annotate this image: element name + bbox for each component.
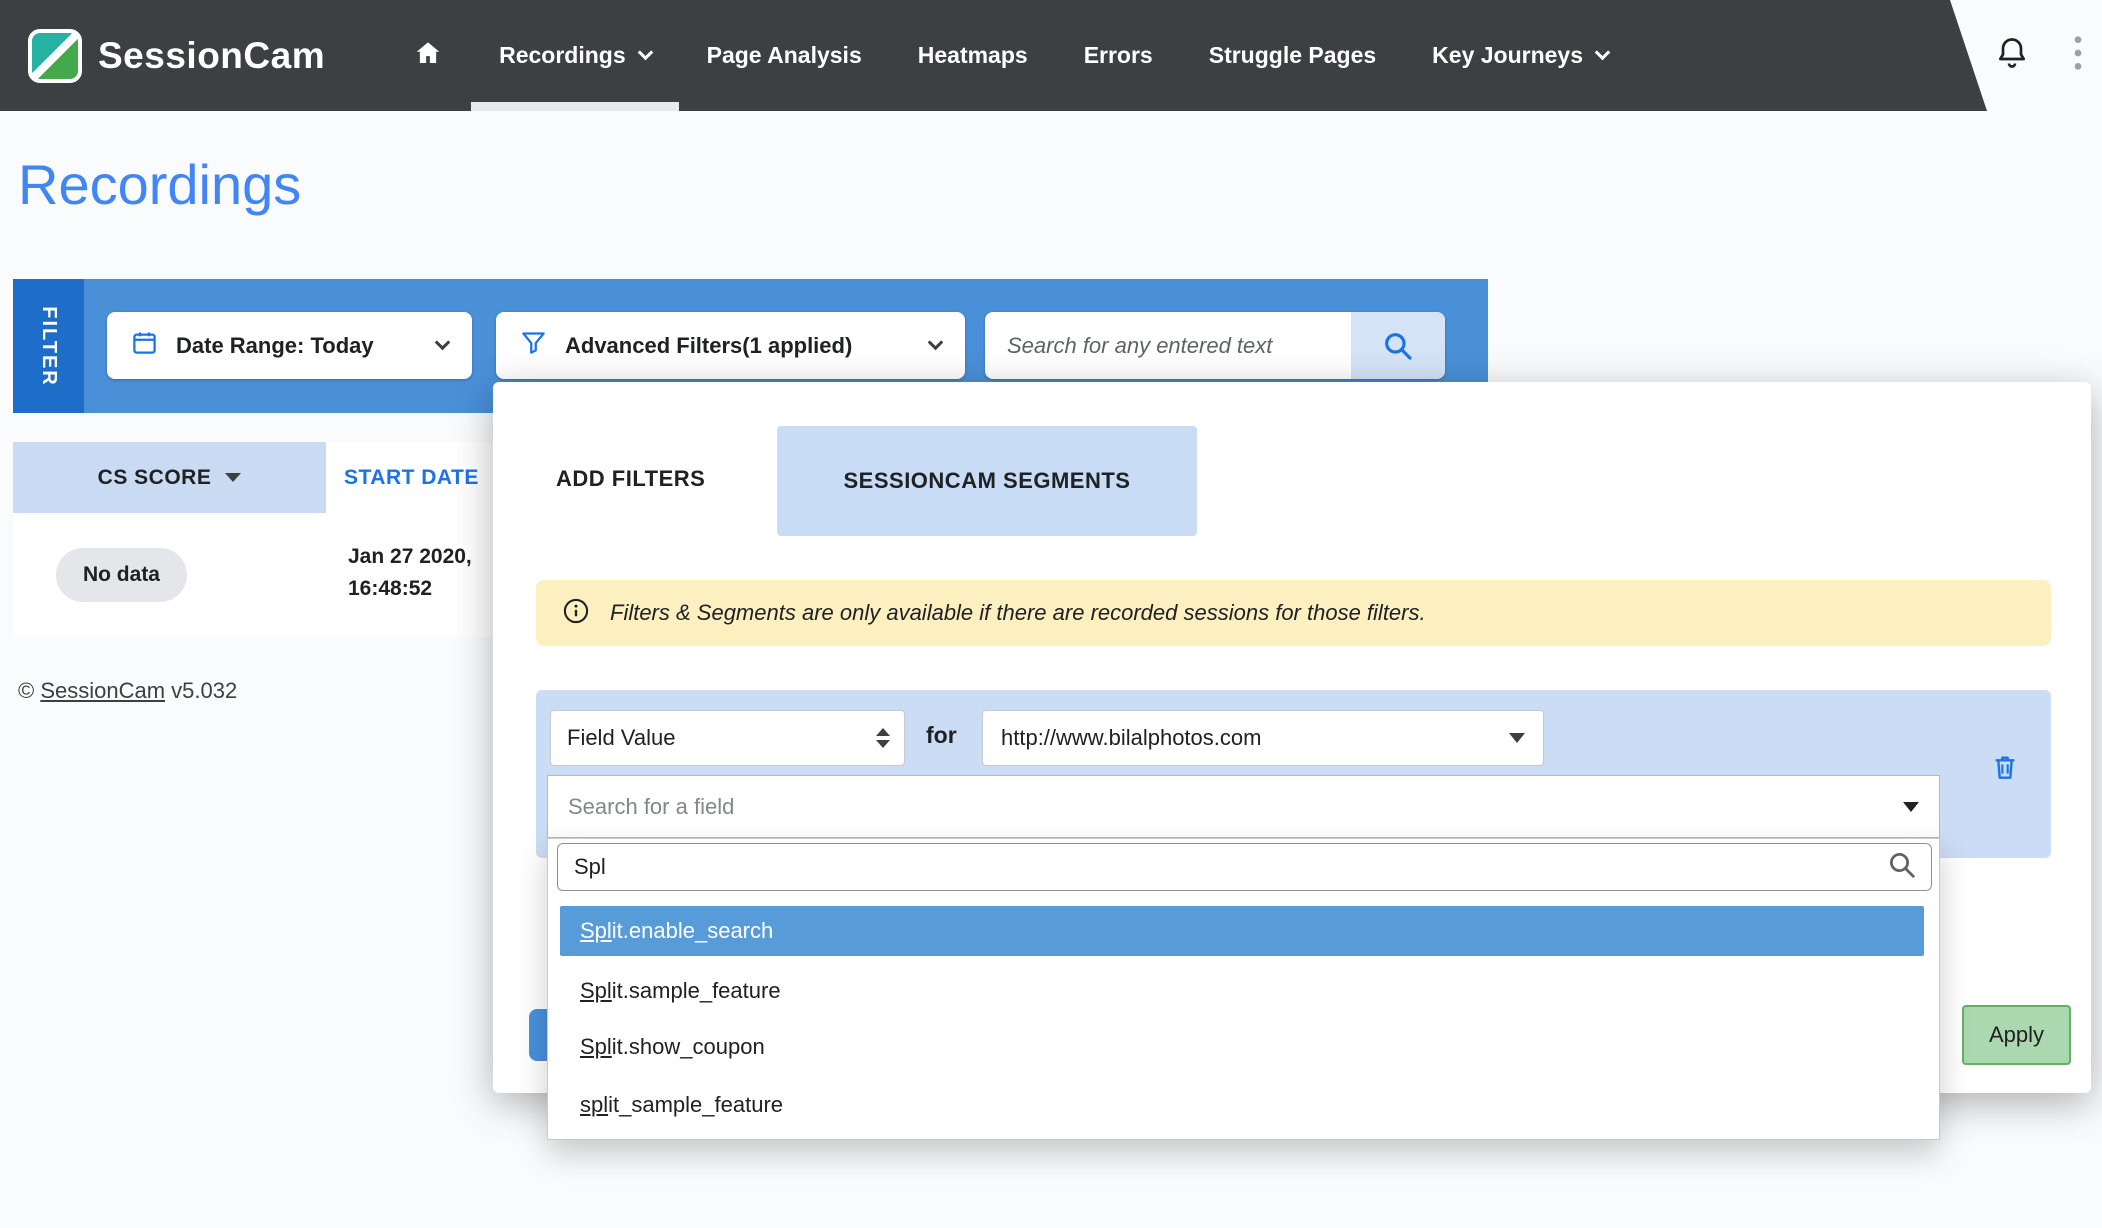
nav-corner	[1950, 0, 2102, 111]
field-option-split-enable-search[interactable]: Split.enable_search	[560, 906, 1924, 956]
funnel-icon	[520, 329, 547, 362]
column-header-cs-score[interactable]: CS SCORE	[13, 442, 326, 513]
field-option-split-sample-feature[interactable]: Split.sample_feature	[560, 966, 1924, 1016]
field-type-select[interactable]: Field Value	[550, 710, 905, 766]
kebab-menu-icon[interactable]	[2072, 33, 2084, 78]
sort-caret-icon	[225, 473, 241, 482]
option-rest-text: it.enable_search	[612, 918, 773, 944]
tab-sessioncam-segments[interactable]: SESSIONCAM SEGMENTS	[777, 426, 1197, 536]
info-icon	[562, 597, 590, 630]
chevron-down-icon	[637, 45, 653, 61]
chevron-down-icon	[928, 335, 944, 351]
option-match-text: spl	[580, 1092, 608, 1118]
nav-item-label: Heatmaps	[918, 42, 1028, 69]
field-search-input[interactable]	[558, 854, 1887, 880]
field-search-box	[557, 843, 1932, 891]
option-match-text: Spl	[580, 978, 612, 1004]
select-arrow-icon	[1509, 733, 1525, 743]
delete-filter-button[interactable]	[1989, 750, 2021, 789]
cs-score-badge: No data	[56, 548, 187, 602]
field-option-split-sample-feature-lower[interactable]: split_sample_feature	[560, 1080, 1924, 1130]
site-select[interactable]: http://www.bilalphotos.com	[982, 710, 1544, 766]
filter-tab-label: FILTER	[37, 306, 60, 387]
brand-name: SessionCam	[98, 35, 325, 77]
field-search-combobox[interactable]: Search for a field	[547, 775, 1940, 838]
option-rest-text: it.sample_feature	[612, 978, 781, 1004]
nav-item-label: Key Journeys	[1432, 42, 1583, 69]
filter-side-tab[interactable]: FILTER	[13, 279, 84, 413]
field-type-value: Field Value	[567, 725, 675, 751]
field-search-placeholder: Search for a field	[568, 794, 734, 820]
info-banner: Filters & Segments are only available if…	[536, 580, 2051, 646]
start-date-line2: 16:48:52	[348, 573, 472, 605]
search-button[interactable]	[1351, 312, 1445, 379]
home-icon	[413, 38, 443, 74]
advanced-filters-panel: ADD FILTERS SESSIONCAM SEGMENTS Filters …	[493, 382, 2091, 1093]
copyright-symbol: ©	[18, 678, 40, 703]
start-date-value: Jan 27 2020, 16:48:52	[348, 541, 472, 605]
field-dropdown-list: Split.enable_search Split.sample_feature…	[547, 838, 1940, 1140]
top-nav: SessionCam Recordings Page Analysis Heat…	[0, 0, 2102, 111]
notifications-bell-icon[interactable]	[1994, 35, 2030, 76]
combobox-arrow-icon	[1903, 802, 1919, 812]
page-title: Recordings	[18, 152, 301, 217]
nav-item-errors[interactable]: Errors	[1084, 0, 1153, 111]
advanced-filters-label: Advanced Filters(1 applied)	[565, 333, 852, 359]
nav-item-heatmaps[interactable]: Heatmaps	[918, 0, 1028, 111]
footer-sessioncam-link[interactable]: SessionCam	[40, 678, 165, 703]
chevron-down-icon	[435, 335, 451, 351]
chevron-down-icon	[1595, 45, 1611, 61]
search-icon	[1887, 850, 1917, 885]
site-value: http://www.bilalphotos.com	[1001, 725, 1261, 751]
nav-item-label: Page Analysis	[707, 42, 862, 69]
option-rest-text: it_sample_feature	[608, 1092, 783, 1118]
sessioncam-logo-icon	[28, 29, 82, 83]
start-date-line1: Jan 27 2020,	[348, 541, 472, 573]
nav-item-key-journeys[interactable]: Key Journeys	[1432, 0, 1608, 111]
nav-item-label: Struggle Pages	[1209, 42, 1376, 69]
date-range-button[interactable]: Date Range: Today	[107, 312, 472, 379]
info-banner-text: Filters & Segments are only available if…	[610, 600, 1426, 626]
nav-item-recordings[interactable]: Recordings	[499, 0, 651, 111]
version-label: v5.032	[165, 678, 237, 703]
apply-button[interactable]: Apply	[1962, 1005, 2071, 1065]
footer: © SessionCam v5.032	[18, 678, 237, 704]
option-match-text: Spl	[580, 918, 612, 944]
nav-item-label: Errors	[1084, 42, 1153, 69]
for-label: for	[926, 722, 957, 749]
calendar-icon	[131, 329, 158, 362]
nav-item-label: Recordings	[499, 42, 626, 69]
page: SessionCam Recordings Page Analysis Heat…	[0, 0, 2102, 1228]
brand[interactable]: SessionCam	[28, 29, 325, 83]
nav-item-struggle-pages[interactable]: Struggle Pages	[1209, 0, 1376, 111]
start-date-label: START DATE	[344, 466, 479, 490]
field-option-split-show-coupon[interactable]: Split.show_coupon	[560, 1022, 1924, 1072]
nav-item-page-analysis[interactable]: Page Analysis	[707, 0, 862, 111]
date-range-label: Date Range: Today	[176, 333, 374, 359]
option-rest-text: it.show_coupon	[612, 1034, 765, 1060]
nav-home[interactable]	[413, 0, 443, 111]
select-spinner-icon	[876, 728, 890, 748]
cs-score-label: CS SCORE	[98, 466, 212, 490]
advanced-filters-button[interactable]: Advanced Filters(1 applied)	[496, 312, 965, 379]
option-match-text: Spl	[580, 1034, 612, 1060]
nav-menu: Recordings Page Analysis Heatmaps Errors…	[413, 0, 1608, 111]
tab-add-filters[interactable]: ADD FILTERS	[556, 466, 705, 492]
text-search-input[interactable]	[985, 312, 1351, 379]
text-search-field	[985, 312, 1445, 379]
